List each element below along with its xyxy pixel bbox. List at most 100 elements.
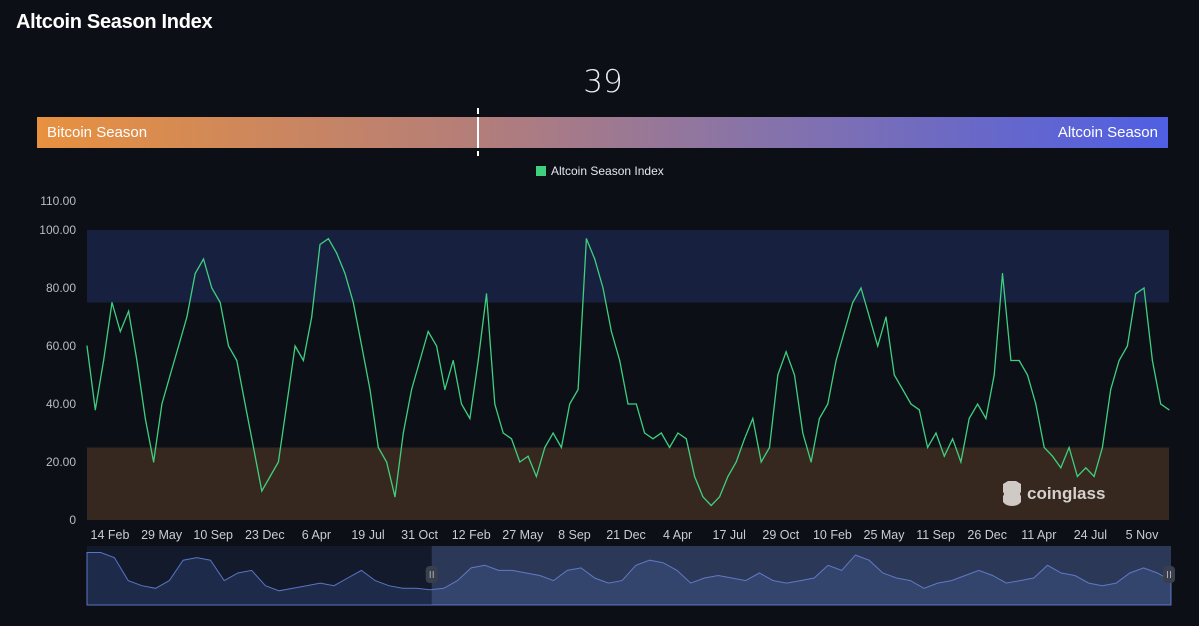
navigator-left-handle[interactable] bbox=[425, 566, 438, 583]
data-point bbox=[227, 345, 230, 347]
data-point bbox=[585, 238, 587, 240]
data-point bbox=[918, 409, 920, 411]
data-point bbox=[161, 403, 163, 405]
range-navigator[interactable] bbox=[86, 546, 1175, 606]
coinglass-watermark: coinglass bbox=[1003, 481, 1105, 506]
data-point bbox=[968, 417, 970, 420]
data-point bbox=[1076, 475, 1079, 478]
data-point bbox=[835, 359, 837, 362]
data-point bbox=[302, 359, 304, 362]
data-point bbox=[943, 455, 945, 457]
data-point bbox=[910, 403, 912, 405]
data-point bbox=[1018, 359, 1020, 362]
data-point bbox=[802, 432, 804, 434]
data-point bbox=[377, 446, 379, 449]
data-point bbox=[336, 252, 338, 254]
data-point bbox=[818, 417, 821, 420]
watermark-text: coinglass bbox=[1027, 484, 1105, 503]
data-point bbox=[427, 330, 429, 333]
data-point bbox=[311, 316, 313, 318]
data-point bbox=[202, 258, 205, 260]
data-point bbox=[560, 446, 563, 449]
data-point bbox=[752, 417, 754, 420]
data-point bbox=[735, 461, 737, 463]
data-point bbox=[352, 301, 354, 304]
data-point bbox=[577, 388, 579, 391]
band-0 bbox=[87, 230, 1169, 303]
data-point bbox=[868, 316, 870, 318]
x-tick-label: 10 Sep bbox=[193, 528, 233, 542]
data-point bbox=[411, 388, 413, 391]
y-tick-label: 100.00 bbox=[39, 223, 76, 237]
data-point bbox=[669, 446, 671, 449]
x-tick-label: 26 Dec bbox=[967, 528, 1007, 542]
data-point bbox=[1043, 446, 1045, 449]
data-point bbox=[652, 438, 654, 440]
data-point bbox=[793, 374, 796, 376]
data-point bbox=[277, 461, 280, 463]
data-point bbox=[718, 496, 721, 498]
data-point bbox=[1001, 272, 1004, 275]
x-tick-label: 21 Dec bbox=[606, 528, 646, 542]
y-tick-label: 20.00 bbox=[46, 455, 76, 469]
data-point bbox=[893, 374, 895, 376]
data-point bbox=[1143, 287, 1145, 289]
data-point bbox=[635, 403, 637, 405]
data-point bbox=[344, 272, 346, 275]
data-point bbox=[236, 359, 238, 362]
data-point bbox=[1035, 403, 1037, 405]
data-point bbox=[610, 330, 612, 333]
data-point bbox=[785, 351, 787, 353]
navigator-right-handle[interactable] bbox=[1163, 566, 1175, 583]
data-point bbox=[477, 359, 479, 362]
x-tick-label: 19 Jul bbox=[351, 528, 384, 542]
data-point bbox=[327, 238, 329, 240]
x-tick-label: 11 Sep bbox=[916, 528, 955, 542]
data-point bbox=[552, 432, 554, 434]
data-point bbox=[103, 359, 105, 362]
data-point bbox=[1085, 467, 1087, 469]
data-point bbox=[644, 432, 646, 434]
data-point bbox=[852, 301, 854, 304]
data-point bbox=[877, 345, 879, 347]
data-point bbox=[660, 432, 662, 434]
data-point bbox=[960, 461, 962, 463]
x-tick-label: 17 Jul bbox=[713, 528, 746, 542]
data-point bbox=[902, 388, 904, 391]
data-point bbox=[94, 409, 96, 411]
y-tick-label: 60.00 bbox=[46, 339, 76, 353]
data-point bbox=[394, 496, 396, 498]
data-point bbox=[269, 475, 271, 478]
data-point bbox=[544, 446, 546, 449]
data-point bbox=[993, 374, 995, 376]
data-point bbox=[952, 438, 954, 440]
data-point bbox=[369, 388, 371, 391]
data-point bbox=[1026, 374, 1029, 376]
data-point bbox=[361, 345, 363, 347]
data-point bbox=[760, 461, 762, 463]
x-tick-label: 29 May bbox=[141, 528, 183, 542]
data-point bbox=[294, 345, 296, 347]
data-point bbox=[1118, 359, 1120, 362]
data-point bbox=[1135, 293, 1137, 295]
x-tick-label: 5 Nov bbox=[1126, 528, 1159, 542]
x-tick-label: 25 May bbox=[864, 528, 906, 542]
x-tick-label: 11 Apr bbox=[1021, 528, 1056, 542]
y-tick-label: 40.00 bbox=[46, 397, 76, 411]
data-point bbox=[419, 359, 421, 362]
navigator-selection[interactable] bbox=[431, 546, 1171, 605]
y-tick-label: 0 bbox=[69, 513, 76, 527]
data-point bbox=[169, 374, 171, 376]
data-point bbox=[768, 446, 771, 449]
data-point bbox=[727, 475, 729, 478]
data-point bbox=[128, 310, 130, 312]
data-point bbox=[860, 287, 862, 289]
data-point bbox=[685, 438, 687, 440]
data-point bbox=[252, 446, 255, 449]
data-point bbox=[86, 345, 88, 347]
x-tick-label: 27 May bbox=[502, 528, 544, 542]
altcoin-index-chart: 0 20.00 40.00 60.00 80.00 100.00 110.00 14 Feb… bbox=[39, 194, 1175, 606]
data-point bbox=[1151, 359, 1153, 362]
data-point bbox=[693, 475, 696, 478]
data-point bbox=[1068, 446, 1070, 449]
